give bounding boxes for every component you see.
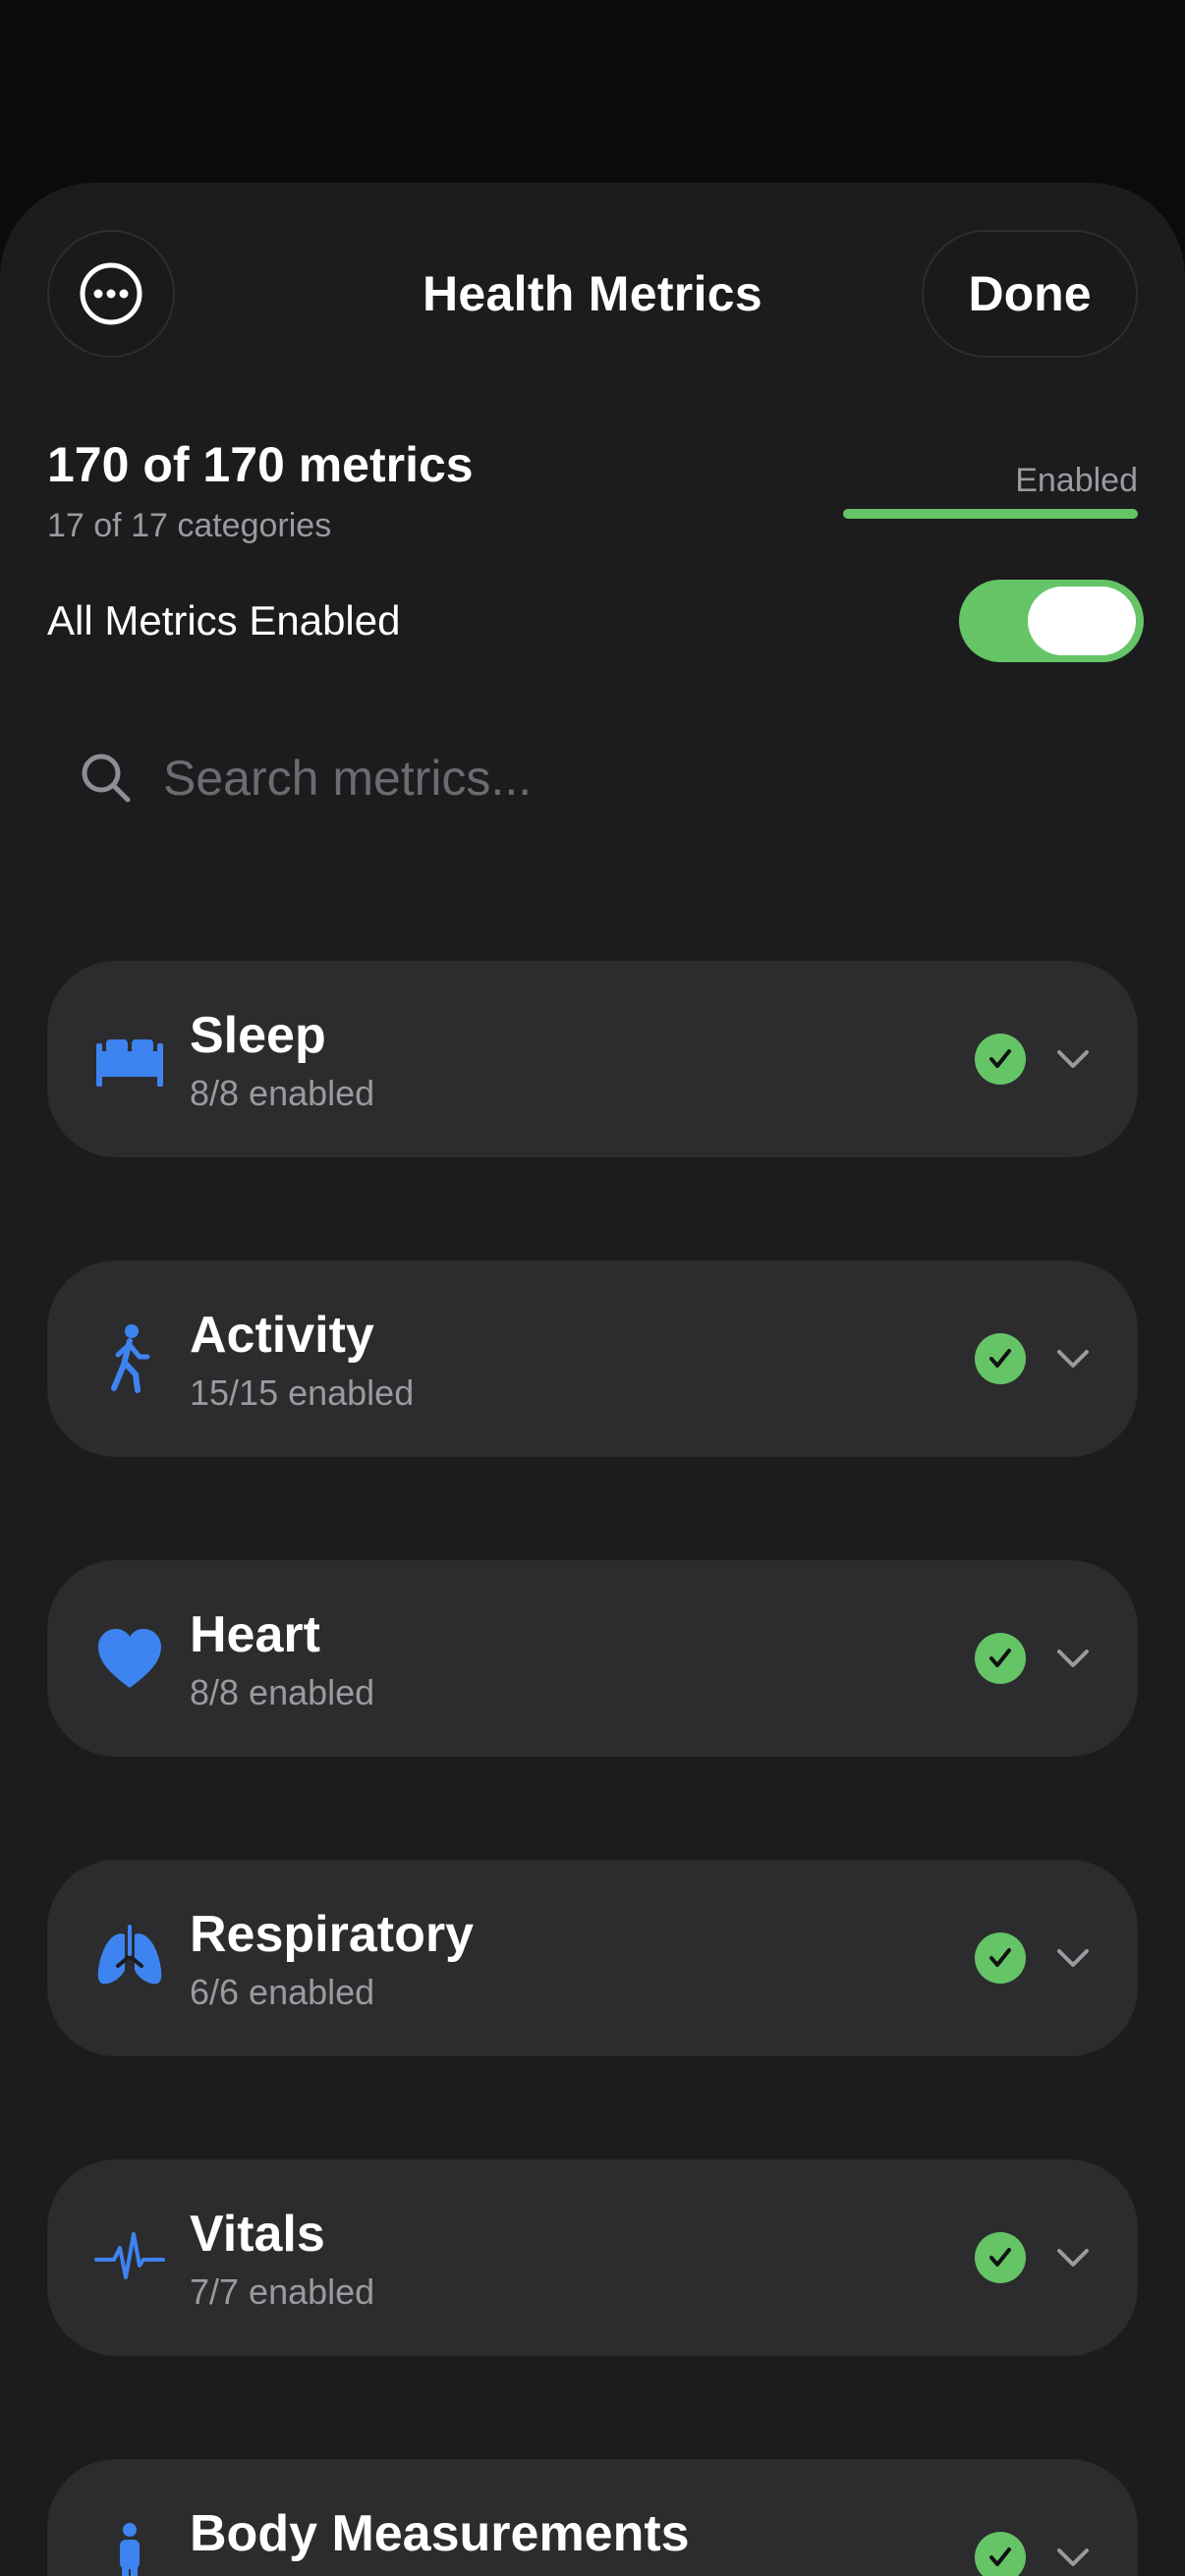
- enabled-progress-fill: [843, 509, 1138, 519]
- category-card-sleep[interactable]: Sleep 8/8 enabled: [47, 961, 1138, 1157]
- chevron-down-icon[interactable]: [1053, 1039, 1093, 1079]
- search-icon: [82, 754, 131, 803]
- categories-count: 17 of 17 categories: [47, 507, 332, 544]
- checkmark-icon: [975, 2232, 1026, 2283]
- category-status: 8/8 enabled: [190, 1073, 375, 1113]
- figure-standing-icon: [120, 2523, 140, 2576]
- lungs-icon: [97, 1925, 162, 1985]
- status-label: Enabled: [1015, 462, 1138, 499]
- category-card-heart[interactable]: Heart 8/8 enabled: [47, 1560, 1138, 1757]
- header: Health Metrics Done: [0, 183, 1185, 379]
- chevron-down-icon[interactable]: [1053, 2238, 1093, 2277]
- category-title: Respiratory: [190, 1906, 474, 1963]
- category-card-activity[interactable]: Activity 15/15 enabled: [47, 1260, 1138, 1457]
- category-title: Sleep: [190, 1007, 326, 1064]
- category-title: Vitals: [190, 2206, 325, 2263]
- chevron-down-icon[interactable]: [1053, 1938, 1093, 1978]
- category-status: 15/15 enabled: [190, 1372, 415, 1413]
- walking-figure-icon: [111, 1324, 150, 1393]
- category-title: Heart: [190, 1606, 320, 1663]
- category-status: 6/6 enabled: [190, 1972, 375, 2012]
- heart-icon: [98, 1629, 161, 1688]
- health-metrics-sheet: Health Metrics Done 170 of 170 metrics 1…: [0, 183, 1185, 2576]
- search-input[interactable]: [161, 749, 1049, 808]
- category-card-respiratory[interactable]: Respiratory 6/6 enabled: [47, 1860, 1138, 2056]
- toggle-knob: [1028, 587, 1136, 655]
- chevron-down-icon[interactable]: [1053, 1639, 1093, 1678]
- search-bar[interactable]: [47, 719, 1138, 837]
- chevron-down-icon[interactable]: [1053, 1339, 1093, 1378]
- done-button[interactable]: Done: [922, 230, 1138, 358]
- bed-icon: [96, 1039, 163, 1087]
- category-title: Body Measurements: [190, 2505, 690, 2562]
- enabled-progress-bar: [843, 509, 1138, 519]
- all-metrics-label: All Metrics Enabled: [47, 597, 401, 644]
- metrics-count: 170 of 170 metrics: [47, 437, 474, 492]
- checkmark-icon: [975, 1932, 1026, 1984]
- waveform-icon: [94, 2232, 165, 2279]
- chevron-down-icon[interactable]: [1053, 2538, 1093, 2576]
- checkmark-icon: [975, 2532, 1026, 2576]
- category-status: 8/8 enabled: [190, 1672, 375, 1712]
- category-card-body-measurements[interactable]: Body Measurements: [47, 2459, 1138, 2576]
- checkmark-icon: [975, 1333, 1026, 1384]
- checkmark-icon: [975, 1633, 1026, 1684]
- checkmark-icon: [975, 1034, 1026, 1085]
- category-title: Activity: [190, 1307, 374, 1364]
- category-card-vitals[interactable]: Vitals 7/7 enabled: [47, 2159, 1138, 2356]
- category-status: 7/7 enabled: [190, 2271, 375, 2312]
- all-metrics-toggle[interactable]: [959, 580, 1144, 662]
